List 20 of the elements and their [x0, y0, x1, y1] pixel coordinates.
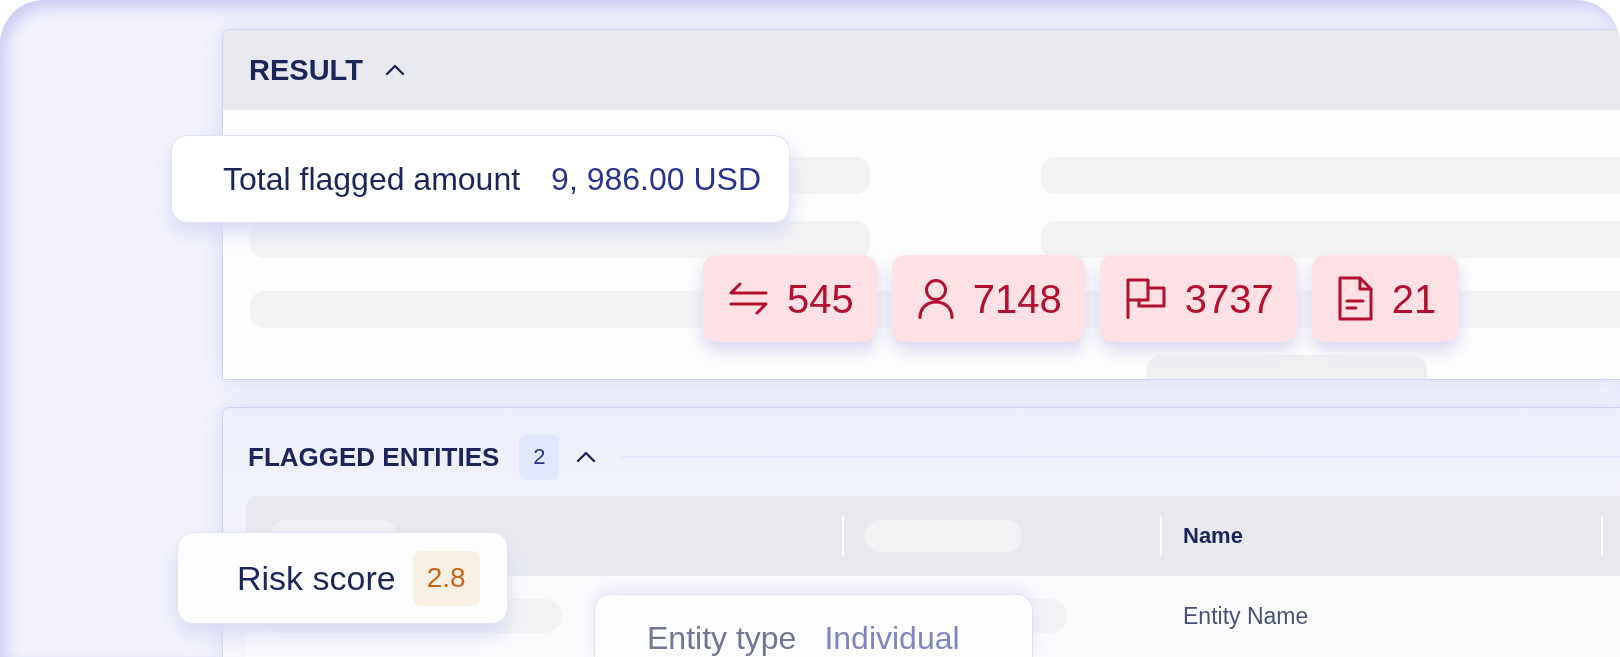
stat-value: 3737: [1184, 278, 1274, 319]
flag-icon: [1125, 278, 1166, 319]
stat-value: 7148: [972, 278, 1062, 319]
amount-value: 9, 986.00 USD: [551, 163, 761, 195]
stat-value: 21: [1391, 278, 1437, 319]
entity-type-label: Entity type: [647, 622, 797, 654]
person-icon: [917, 278, 954, 319]
count-badge: 2: [519, 434, 560, 480]
risk-score-label: Risk score: [237, 561, 396, 595]
document-icon: [1337, 276, 1373, 321]
entity-type-value: Individual: [824, 622, 960, 654]
caret-icon[interactable]: [384, 64, 405, 76]
score-badge: 2.8: [412, 550, 480, 606]
panel-title: FLAGGED ENTITIES: [248, 444, 500, 470]
entity-name: Entity Name: [1183, 604, 1309, 628]
caret-icon[interactable]: [576, 451, 597, 463]
stat-value: 545: [787, 278, 854, 319]
column-header: Name: [1183, 525, 1243, 547]
amount-label: Total flagged amount: [223, 163, 521, 195]
panel-title: RESULT: [249, 55, 363, 85]
